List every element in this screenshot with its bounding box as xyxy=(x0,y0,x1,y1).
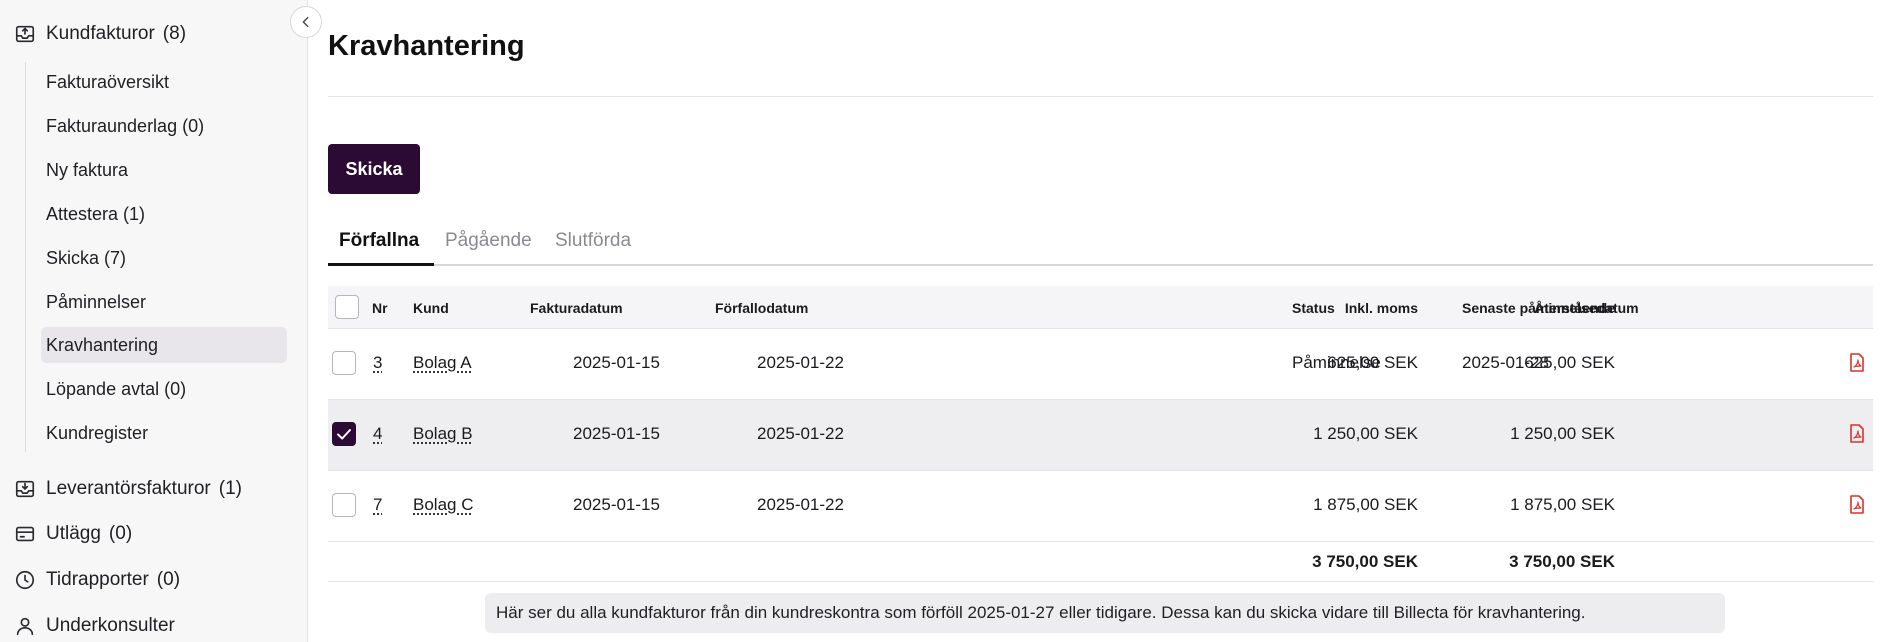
sidebar-group-count: (1) xyxy=(219,478,242,500)
col-status[interactable]: Status xyxy=(1292,300,1335,316)
col-forfallodatum[interactable]: Förfallodatum xyxy=(715,300,808,316)
info-message: Här ser du alla kundfakturor från din ku… xyxy=(485,593,1725,633)
due-date: 2025-01-22 xyxy=(757,353,844,373)
sidebar-group-label: Underkonsulter xyxy=(46,615,175,637)
table-header: Nr Kund Fakturadatum Förfallodatum Inkl.… xyxy=(328,286,1873,329)
active-tab-indicator xyxy=(328,263,434,266)
invoice-date: 2025-01-15 xyxy=(573,353,660,373)
invoice-number-link[interactable]: 7 xyxy=(373,495,382,515)
sidebar-item-kravhantering[interactable]: Kravhantering xyxy=(41,327,287,363)
amount-remaining: 1 875,00 SEK xyxy=(1510,495,1615,515)
last-reminder-date: 2025-01-28 xyxy=(1462,353,1549,373)
sidebar-group-label: Utlägg xyxy=(46,523,101,545)
sidebar-group-count: (0) xyxy=(157,569,180,591)
col-fakturadatum[interactable]: Fakturadatum xyxy=(530,300,623,316)
amount-incl-vat: 1 875,00 SEK xyxy=(1313,495,1418,515)
tab-pagaende[interactable]: Pågående xyxy=(445,230,532,252)
card-icon xyxy=(14,523,36,545)
sidebar-item-paminnelser[interactable]: Påminnelser xyxy=(41,284,287,320)
status-text: Påminnelse xyxy=(1292,353,1381,373)
amount-remaining: 1 250,00 SEK xyxy=(1510,424,1615,444)
sidebar-item-fakturaoversikt[interactable]: Fakturaöversikt xyxy=(41,64,287,100)
col-inkl-moms[interactable]: Inkl. moms xyxy=(1345,300,1418,316)
chevron-left-icon xyxy=(299,15,313,29)
submenu-line xyxy=(25,62,26,452)
customer-link[interactable]: Bolag B xyxy=(413,424,473,444)
user-icon xyxy=(14,615,36,637)
invoice-number-link[interactable]: 4 xyxy=(373,424,382,444)
sidebar-group-kundfakturor[interactable]: Kundfakturor (8) xyxy=(0,14,308,54)
send-button[interactable]: Skicka xyxy=(328,144,420,194)
row-checkbox[interactable] xyxy=(332,351,356,375)
due-date: 2025-01-22 xyxy=(757,495,844,515)
invoice-date: 2025-01-15 xyxy=(573,495,660,515)
table-row[interactable]: 7 Bolag C 2025-01-15 2025-01-22 1 875,00… xyxy=(328,471,1873,542)
table-totals-row: 3 750,00 SEK 3 750,00 SEK xyxy=(328,542,1873,582)
invoice-date: 2025-01-15 xyxy=(573,424,660,444)
sidebar-group-count: (0) xyxy=(109,523,132,545)
row-checkbox[interactable] xyxy=(332,422,356,446)
clock-icon xyxy=(14,569,36,591)
table-row[interactable]: 4 Bolag B 2025-01-15 2025-01-22 1 250,00… xyxy=(328,400,1873,471)
pdf-icon[interactable] xyxy=(1848,495,1866,515)
customer-link[interactable]: Bolag A xyxy=(413,353,472,373)
sidebar-group-underkonsulter[interactable]: Underkonsulter xyxy=(0,606,308,642)
total-remaining: 3 750,00 SEK xyxy=(1509,552,1615,572)
invoice-number-link[interactable]: 3 xyxy=(373,353,382,373)
due-date: 2025-01-22 xyxy=(757,424,844,444)
sidebar-item-lopande-avtal[interactable]: Löpande avtal (0) xyxy=(41,371,287,407)
table-row[interactable]: 3 Bolag A 2025-01-15 2025-01-22 625,00 S… xyxy=(328,329,1873,400)
page-title: Kravhantering xyxy=(328,30,525,63)
main-content: Kravhantering Skicka Förfallna Pågående … xyxy=(328,0,1873,642)
total-incl-vat: 3 750,00 SEK xyxy=(1312,552,1418,572)
col-kund[interactable]: Kund xyxy=(413,300,449,316)
check-icon xyxy=(334,424,354,444)
sidebar-group-utlagg[interactable]: Utlägg (0) xyxy=(0,514,308,554)
amount-incl-vat: 1 250,00 SEK xyxy=(1313,424,1418,444)
sidebar-item-fakturaunderlag[interactable]: Fakturaunderlag (0) xyxy=(41,108,287,144)
sidebar-group-label: Kundfakturor xyxy=(46,23,155,45)
sidebar-item-ny-faktura[interactable]: Ny faktura xyxy=(41,152,287,188)
select-all-checkbox[interactable] xyxy=(335,295,359,319)
tab-slutforda[interactable]: Slutförda xyxy=(555,230,631,252)
col-nr[interactable]: Nr xyxy=(372,300,388,316)
invoice-out-icon xyxy=(14,23,36,45)
customer-link[interactable]: Bolag C xyxy=(413,495,473,515)
sidebar-group-count: (8) xyxy=(163,23,186,45)
pdf-icon[interactable] xyxy=(1848,353,1866,373)
sidebar-group-leverantorsfakturor[interactable]: Leverantörsfakturor (1) xyxy=(0,469,308,509)
sidebar-item-attestera[interactable]: Attestera (1) xyxy=(41,196,287,232)
row-checkbox[interactable] xyxy=(332,493,356,517)
invoice-in-icon xyxy=(14,478,36,500)
tabs: Förfallna Pågående Slutförda xyxy=(328,226,1873,266)
tab-forfallna[interactable]: Förfallna xyxy=(339,230,419,252)
col-senaste-paminnelsedatum[interactable]: Senaste påminnelsedatum xyxy=(1462,300,1639,316)
sidebar-item-skicka[interactable]: Skicka (7) xyxy=(41,240,287,276)
divider xyxy=(328,96,1873,97)
sidebar-group-label: Tidrapporter xyxy=(46,569,149,591)
pdf-icon[interactable] xyxy=(1848,424,1866,444)
sidebar-group-label: Leverantörsfakturor xyxy=(46,478,211,500)
collapse-sidebar-button[interactable] xyxy=(290,6,322,38)
sidebar: Kundfakturor (8) Fakturaöversikt Faktura… xyxy=(0,0,308,642)
sidebar-group-tidrapporter[interactable]: Tidrapporter (0) xyxy=(0,560,308,600)
sidebar-item-kundregister[interactable]: Kundregister xyxy=(41,415,287,451)
